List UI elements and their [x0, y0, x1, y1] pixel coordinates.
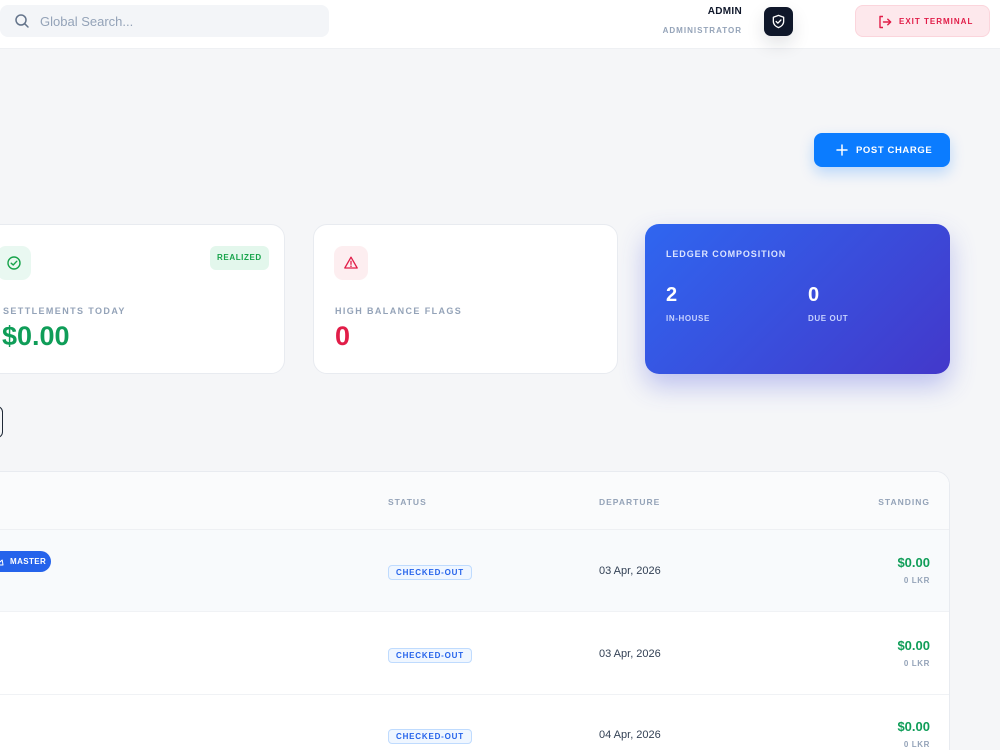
warning-triangle-icon [344, 256, 358, 269]
due-out-label: DUE OUT [808, 314, 849, 323]
search-icon [14, 13, 30, 29]
exit-terminal-button[interactable]: EXIT TERMINAL [855, 5, 990, 37]
column-status[interactable]: STATUS [388, 497, 427, 507]
user-name: ADMIN [707, 6, 742, 17]
departure-date: 03 Apr, 2026 [599, 565, 661, 577]
filter-button[interactable] [0, 406, 3, 438]
post-charge-button[interactable]: POST CHARGE [814, 133, 950, 167]
settlements-value: $0.00 [2, 321, 70, 351]
high-balance-label: HIGH BALANCE FLAGS [335, 306, 463, 316]
status-badge: CHECKED-OUT [388, 729, 472, 744]
settlement-icon-wrap [0, 246, 31, 280]
standing-amount: $0.00 [897, 555, 930, 570]
standing-amount: $0.00 [897, 719, 930, 734]
profile-shield-button[interactable] [764, 7, 793, 36]
departure-date: 03 Apr, 2026 [599, 648, 661, 660]
settlements-label: SETTLEMENTS TODAY [3, 306, 126, 316]
ledger-composition-card: LEDGER COMPOSITION 2 IN-HOUSE 0 DUE OUT [645, 224, 950, 374]
column-standing[interactable]: STANDING [878, 497, 930, 507]
standing-currency: 0 LKR [903, 576, 930, 585]
column-departure[interactable]: DEPARTURE [599, 497, 660, 507]
crown-icon [0, 559, 4, 566]
post-charge-label: POST CHARGE [856, 145, 933, 156]
check-circle-icon [7, 256, 21, 270]
standing-currency: 0 LKR [903, 740, 930, 749]
status-badge: CHECKED-OUT [388, 648, 472, 663]
master-badge: MASTER [0, 551, 51, 572]
logout-icon [879, 15, 892, 29]
table-row[interactable]: CHECKED-OUT 03 Apr, 2026 $0.00 0 LKR [0, 613, 949, 695]
table-header: STATUS DEPARTURE STANDING [0, 472, 949, 530]
standing-amount: $0.00 [897, 638, 930, 653]
table-row[interactable]: CHECKED-OUT 04 Apr, 2026 $0.00 0 LKR [0, 694, 949, 750]
in-house-label: IN-HOUSE [666, 314, 710, 323]
exit-terminal-label: EXIT TERMINAL [899, 17, 974, 26]
settlements-today-card: REALIZED SETTLEMENTS TODAY $0.00 [0, 224, 285, 374]
in-house-value: 2 [666, 284, 678, 306]
global-search[interactable] [0, 5, 329, 37]
high-balance-flags-card: HIGH BALANCE FLAGS 0 [313, 224, 618, 374]
master-label: MASTER [10, 557, 47, 566]
top-bar: ADMIN ADMINISTRATOR EXIT TERMINAL [0, 0, 1000, 49]
user-role: ADMINISTRATOR [662, 26, 742, 35]
warning-icon-wrap [334, 246, 368, 280]
search-input[interactable] [40, 5, 320, 37]
user-info: ADMIN ADMINISTRATOR [663, 6, 742, 35]
ledger-table: STATUS DEPARTURE STANDING MASTER CHECKED… [0, 471, 950, 750]
realized-badge: REALIZED [210, 246, 269, 270]
due-out-value: 0 [808, 284, 820, 306]
ledger-title: LEDGER COMPOSITION [666, 249, 787, 259]
high-balance-value: 0 [335, 321, 351, 351]
shield-check-icon [772, 14, 785, 29]
plus-icon [836, 144, 848, 156]
standing-currency: 0 LKR [903, 659, 930, 668]
table-row[interactable]: MASTER CHECKED-OUT 03 Apr, 2026 $0.00 0 … [0, 530, 949, 612]
departure-date: 04 Apr, 2026 [599, 729, 661, 741]
status-badge: CHECKED-OUT [388, 565, 472, 580]
